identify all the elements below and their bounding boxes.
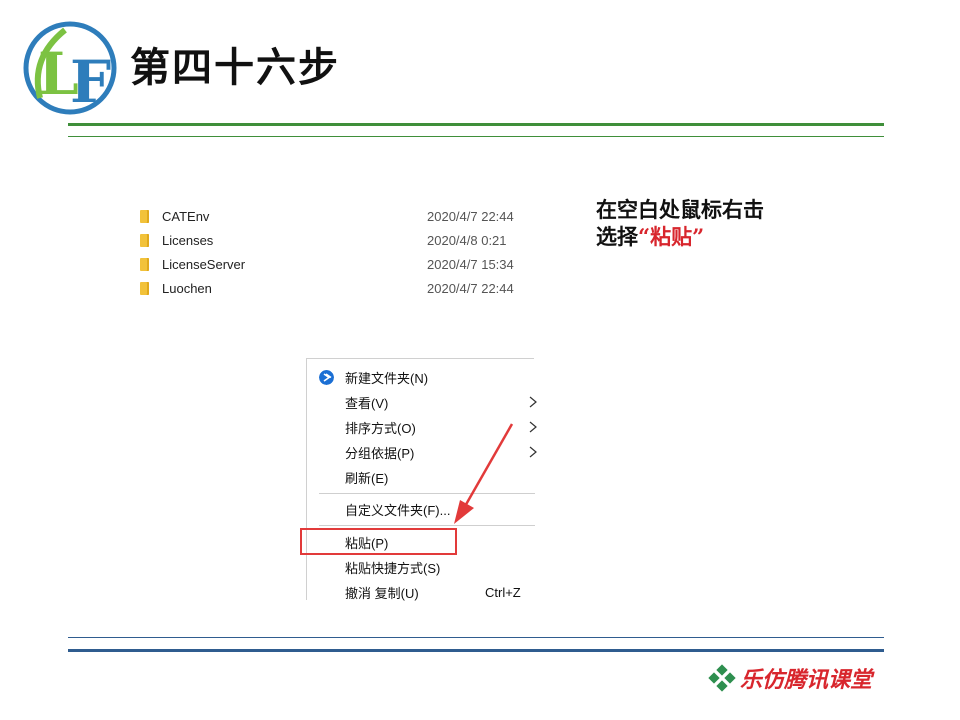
menu-item-label: 新建文件夹(N) (345, 370, 429, 386)
menu-item-label: 分组依据(P) (345, 445, 415, 461)
menu-item-label: 查看(V) (345, 395, 389, 411)
brand-mark: 乐仿腾讯课堂 (708, 662, 873, 694)
menu-item-view[interactable]: 查看(V) (307, 390, 537, 414)
menu-item-label: 粘贴快捷方式(S) (345, 560, 441, 576)
paste-highlight-box (300, 528, 457, 555)
red-arrow-annotation (454, 423, 514, 524)
brand-name: 乐仿腾讯课堂 (740, 667, 873, 693)
file-date: 2020/4/7 22:44 (427, 280, 514, 296)
file-name: Licenses (162, 232, 214, 248)
new-folder-icon (319, 369, 334, 385)
menu-item-label: 排序方式(O) (345, 420, 416, 436)
folder-icon (140, 233, 149, 247)
top-rule-thick (68, 123, 884, 126)
instruction-highlight: “粘贴” (638, 224, 705, 249)
diamond-cluster-icon (708, 664, 736, 692)
slide-title: 第四十六步 (130, 45, 340, 91)
chevron-right-icon (529, 421, 537, 433)
top-rule-thin (68, 136, 884, 137)
bottom-rule-thick (68, 649, 884, 652)
chevron-right-icon (529, 396, 537, 408)
folder-icon (140, 257, 149, 271)
chevron-right-icon (529, 446, 537, 458)
instruction-line-1: 在空白处鼠标右击 (596, 197, 764, 222)
folder-icon (140, 209, 149, 223)
bottom-rule-thin (68, 637, 884, 638)
lf-logo: L F (23, 21, 117, 116)
instruction-line-2: 选择“粘贴” (596, 223, 764, 250)
file-row[interactable]: Licenses 2020/4/8 0:21 (140, 229, 540, 251)
file-row[interactable]: CATEnv 2020/4/7 22:44 (140, 205, 540, 227)
menu-item-new-folder[interactable]: 新建文件夹(N) (307, 365, 535, 389)
file-date: 2020/4/7 15:34 (427, 256, 514, 272)
file-name: Luochen (162, 280, 212, 296)
menu-item-shortcut: Ctrl+Z (485, 584, 521, 600)
menu-item-label: 刷新(E) (345, 470, 389, 486)
file-name: CATEnv (162, 208, 210, 224)
file-row[interactable]: LicenseServer 2020/4/7 15:34 (140, 253, 540, 275)
menu-item-paste-shortcut[interactable]: 粘贴快捷方式(S) (307, 555, 535, 579)
file-row[interactable]: Luochen 2020/4/7 22:44 (140, 277, 540, 299)
logo-letter-f: F (70, 48, 111, 116)
file-date: 2020/4/8 0:21 (427, 232, 507, 248)
menu-item-label: 自定义文件夹(F)... (345, 502, 451, 518)
instruction-prefix: 选择 (596, 224, 638, 249)
instruction-text: 在空白处鼠标右击 选择“粘贴” (596, 196, 764, 250)
menu-item-undo-copy[interactable]: 撤消 复制(U) Ctrl+Z (307, 580, 535, 604)
file-date: 2020/4/7 22:44 (427, 208, 514, 224)
file-name: LicenseServer (162, 256, 246, 272)
menu-item-label: 撤消 复制(U) (345, 585, 419, 601)
folder-icon (140, 281, 149, 295)
